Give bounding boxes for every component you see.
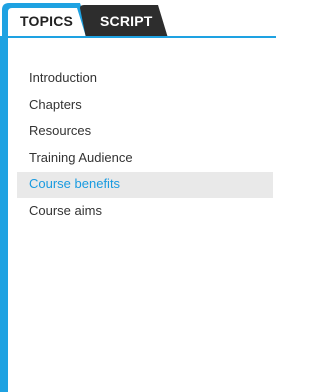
list-item-introduction[interactable]: Introduction [17, 66, 273, 92]
tab-bar: TOPICS SCRIPT [0, 0, 276, 40]
list-item-resources[interactable]: Resources [17, 119, 273, 145]
list-item-course-aims[interactable]: Course aims [17, 199, 273, 225]
panel-top-border [0, 36, 276, 38]
topics-list: Introduction Chapters Resources Training… [17, 66, 273, 225]
list-item-training-audience[interactable]: Training Audience [17, 146, 273, 172]
list-item-chapters[interactable]: Chapters [17, 93, 273, 119]
list-item-course-benefits[interactable]: Course benefits [17, 172, 273, 198]
tab-topics[interactable]: TOPICS [20, 13, 73, 29]
panel-left-border [0, 36, 8, 392]
tab-script[interactable]: SCRIPT [100, 13, 153, 29]
